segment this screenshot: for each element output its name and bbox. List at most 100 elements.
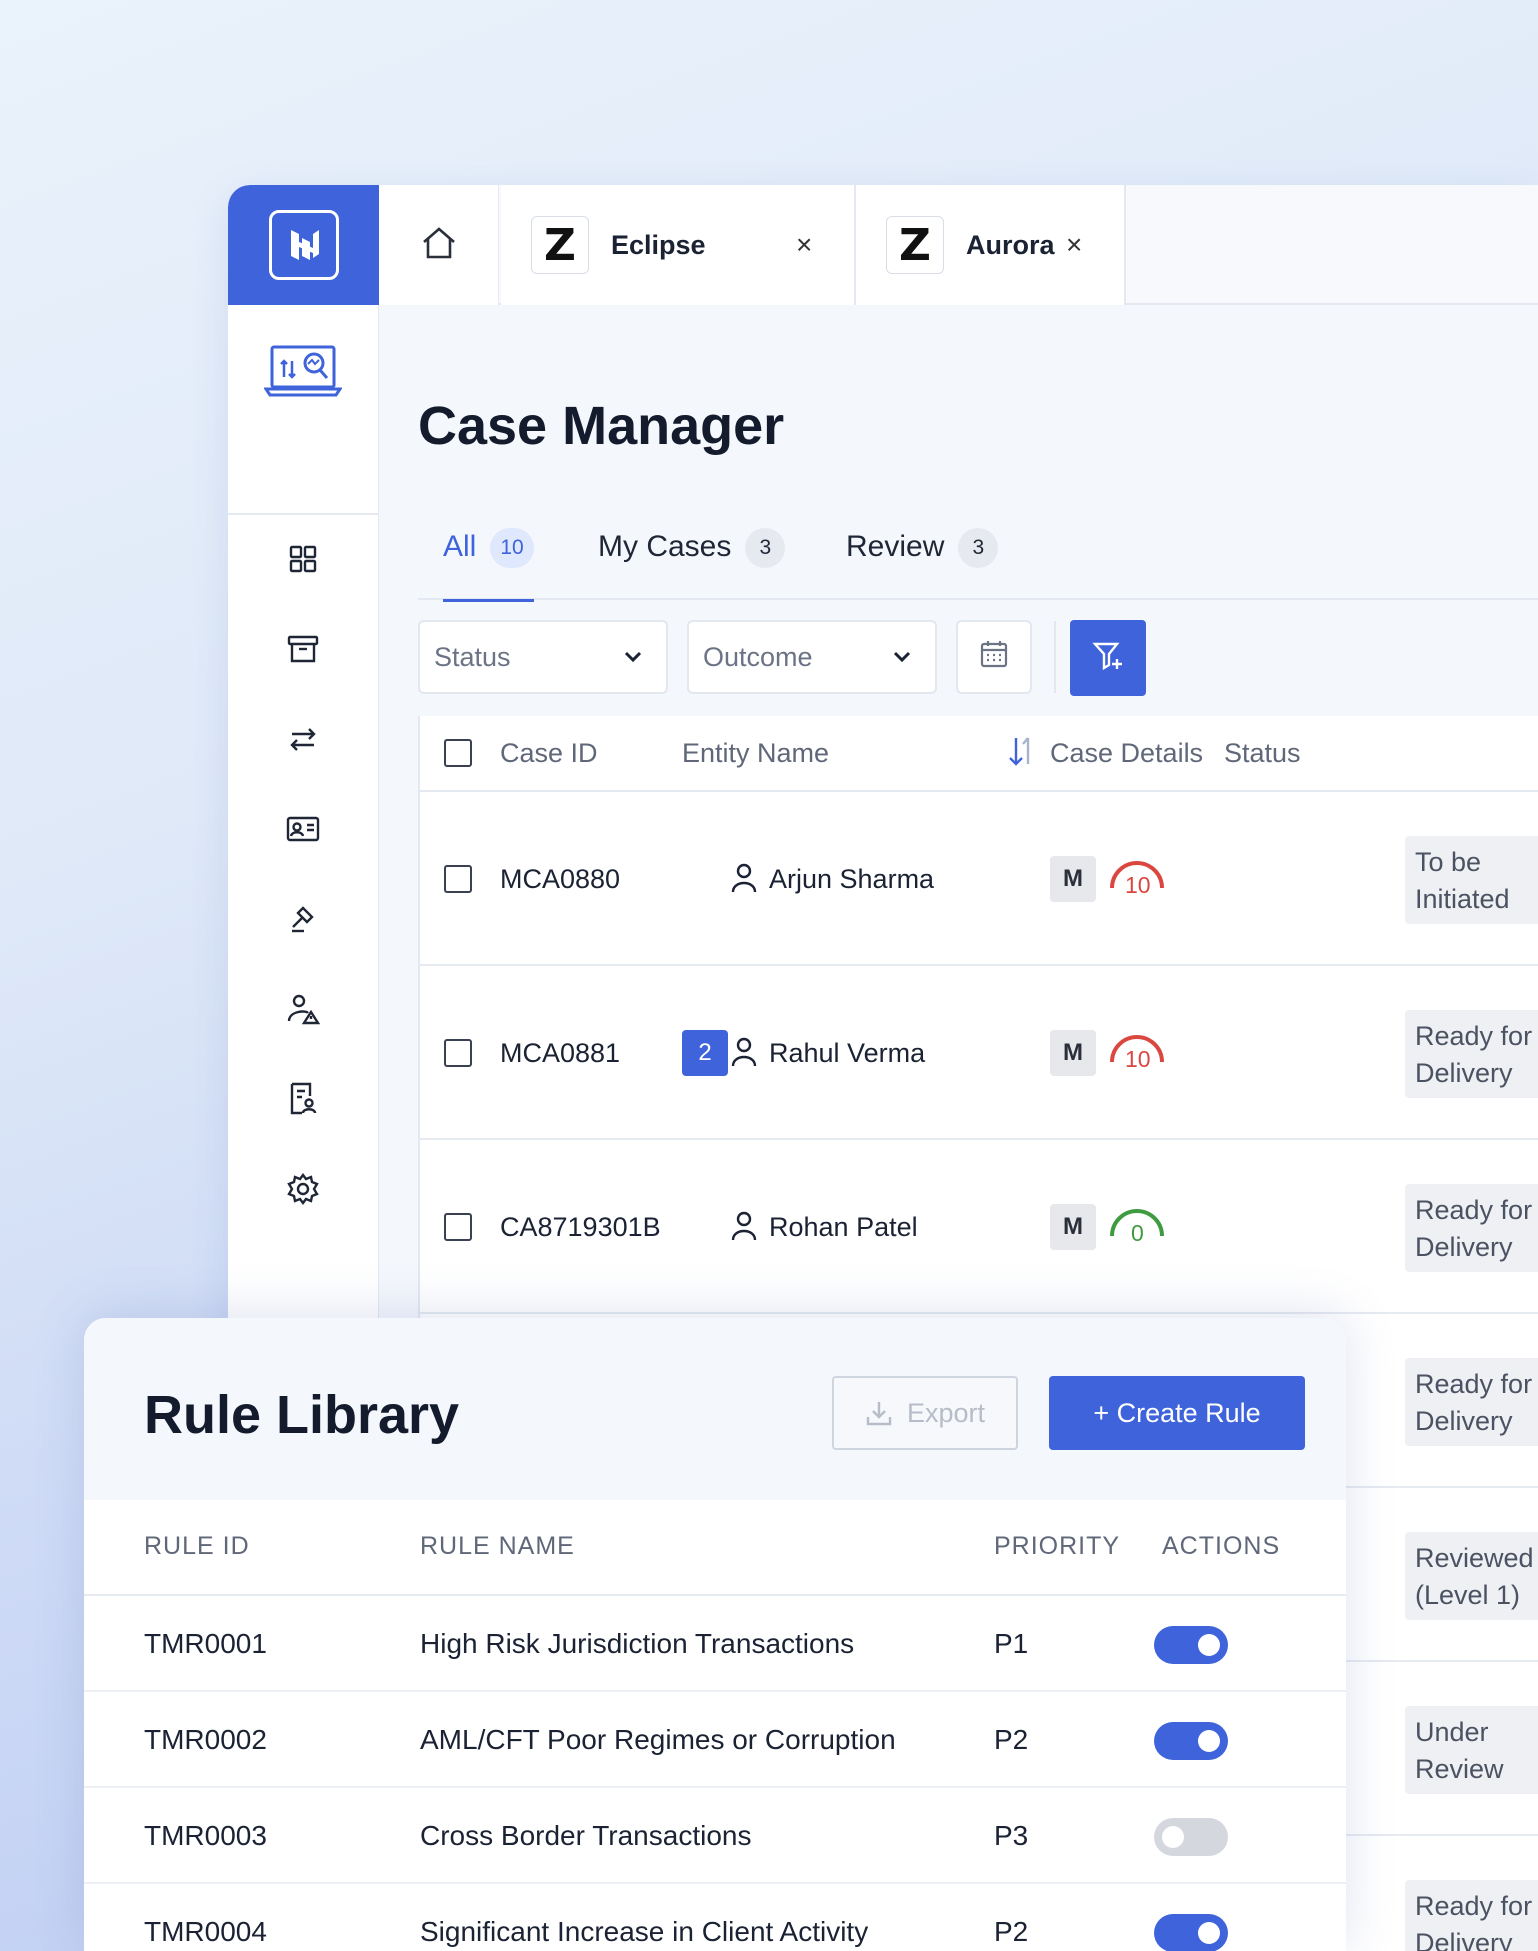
entity-name[interactable]: Arjun Sharma: [769, 864, 934, 895]
tab-aurora[interactable]: Z Aurora ×: [856, 185, 1126, 305]
case-filter-tabs: All 10 My Cases 3 Review 3: [418, 528, 1538, 602]
filter-plus-icon: [1091, 639, 1125, 678]
settings-gear-icon[interactable]: [286, 1172, 320, 1206]
rule-row[interactable]: TMR0003 Cross Border Transactions P3: [84, 1788, 1346, 1884]
gavel-icon[interactable]: [286, 902, 320, 936]
tab-eclipse-label: Eclipse: [611, 229, 706, 260]
rule-row[interactable]: TMR0004 Significant Increase in Client A…: [84, 1884, 1346, 1951]
date-picker-button[interactable]: [956, 620, 1032, 694]
outcome-dropdown[interactable]: Outcome: [687, 620, 937, 694]
rule-row[interactable]: TMR0002 AML/CFT Poor Regimes or Corrupti…: [84, 1692, 1346, 1788]
case-type-badge: M: [1050, 1204, 1096, 1250]
header-rule-id: RULE ID: [144, 1532, 250, 1560]
monitoring-laptop-icon[interactable]: [263, 343, 343, 513]
archive-box-icon[interactable]: [286, 632, 320, 666]
export-label: Export: [906, 1397, 986, 1428]
tab-all-count: 10: [490, 528, 534, 568]
status-dropdown[interactable]: Status: [418, 620, 668, 694]
rule-name[interactable]: AML/CFT Poor Regimes or Corruption: [420, 1724, 896, 1756]
rule-row[interactable]: TMR0001 High Risk Jurisdiction Transacti…: [84, 1596, 1346, 1692]
status-badge: Ready for Delivery: [1405, 1010, 1538, 1098]
rule-toggle[interactable]: [1154, 1914, 1228, 1951]
header-case-details: Case Details: [1050, 738, 1204, 768]
user-icon: [730, 862, 758, 901]
rule-id: TMR0001: [144, 1628, 267, 1659]
user-icon: [730, 1210, 758, 1249]
download-icon: [865, 1399, 893, 1427]
user-document-icon[interactable]: [286, 1082, 320, 1116]
close-tab-eclipse-icon[interactable]: ×: [796, 229, 812, 261]
table-row[interactable]: MCA0881 2 Rahul Verma M 10 Ready for Del…: [420, 966, 1538, 1140]
tab-review-count: 3: [958, 528, 999, 568]
page-title: Case Manager: [418, 396, 785, 456]
case-type-badge: M: [1050, 856, 1096, 902]
rule-toggle[interactable]: [1154, 1818, 1228, 1856]
tab-my-cases[interactable]: My Cases 3: [598, 528, 786, 600]
entity-name[interactable]: Rohan Patel: [769, 1212, 918, 1243]
chevron-down-icon: [891, 644, 913, 675]
header-case-id: Case ID: [500, 738, 598, 768]
app-logo[interactable]: [228, 185, 379, 305]
rule-priority: P2: [994, 1724, 1029, 1755]
status-badge: Reviewed (Level 1): [1405, 1532, 1538, 1620]
calendar-icon: [979, 639, 1009, 676]
logo-icon: [268, 210, 339, 280]
tab-aurora-label: Aurora: [966, 229, 1055, 260]
risk-score: 10: [1125, 1046, 1151, 1072]
rule-priority: P1: [994, 1628, 1029, 1659]
user-icon: [730, 1036, 758, 1075]
add-filter-button[interactable]: [1070, 620, 1146, 696]
rule-id: TMR0003: [144, 1820, 267, 1851]
risk-score: 10: [1125, 872, 1151, 898]
rule-name[interactable]: Significant Increase in Client Activity: [420, 1916, 868, 1948]
eclipse-logo: Z: [531, 216, 589, 274]
dashboard-grid-icon[interactable]: [286, 542, 320, 576]
status-dropdown-label: Status: [434, 641, 511, 672]
linked-count-badge[interactable]: 2: [682, 1030, 728, 1076]
tab-all[interactable]: All 10: [443, 528, 534, 602]
tab-bar: Z Eclipse × Z Aurora ×: [379, 185, 1538, 305]
tab-review-label: Review: [846, 530, 945, 563]
rule-id: TMR0002: [144, 1724, 267, 1755]
transfer-arrows-icon[interactable]: [286, 722, 320, 756]
select-all-checkbox[interactable]: [444, 739, 472, 767]
home-tab[interactable]: [379, 185, 499, 305]
rule-toggle[interactable]: [1154, 1722, 1228, 1760]
rule-priority: P2: [994, 1916, 1029, 1947]
tab-eclipse[interactable]: Z Eclipse ×: [501, 185, 856, 305]
case-id: MCA0881: [500, 1038, 621, 1068]
user-alert-icon[interactable]: [286, 992, 320, 1026]
table-row[interactable]: CA8719301B Rohan Patel M 0 Ready for Del…: [420, 1140, 1538, 1314]
rule-priority: P3: [994, 1820, 1029, 1851]
tab-all-label: All: [443, 530, 477, 563]
create-rule-button[interactable]: + Create Rule: [1049, 1376, 1305, 1450]
case-type-badge: M: [1050, 1030, 1096, 1076]
outcome-dropdown-label: Outcome: [703, 641, 813, 672]
home-icon: [419, 223, 459, 268]
id-card-icon[interactable]: [286, 812, 320, 846]
table-row[interactable]: MCA0880 Arjun Sharma M 10 To be Initiate…: [420, 792, 1538, 966]
status-badge: To be Initiated: [1405, 836, 1538, 924]
rule-table-header: RULE ID RULE NAME PRIORITY ACTIONS: [84, 1500, 1346, 1596]
entity-name[interactable]: Rahul Verma: [769, 1038, 925, 1069]
tab-review[interactable]: Review 3: [846, 528, 999, 600]
export-button[interactable]: Export: [832, 1376, 1018, 1450]
row-checkbox[interactable]: [444, 1039, 472, 1067]
case-id: CA8719301B: [500, 1212, 661, 1242]
header-rule-name: RULE NAME: [420, 1532, 575, 1560]
rule-name[interactable]: Cross Border Transactions: [420, 1820, 751, 1852]
close-tab-aurora-icon[interactable]: ×: [1066, 229, 1082, 261]
sort-icon[interactable]: [1006, 734, 1038, 777]
aurora-logo: Z: [886, 216, 944, 274]
filter-divider: [1054, 621, 1056, 693]
row-checkbox[interactable]: [444, 1213, 472, 1241]
rule-toggle[interactable]: [1154, 1626, 1228, 1664]
status-badge: Under Review: [1405, 1706, 1538, 1794]
row-checkbox[interactable]: [444, 865, 472, 893]
header-status: Status: [1224, 738, 1301, 768]
header-priority: PRIORITY: [994, 1532, 1121, 1560]
rule-id: TMR0004: [144, 1916, 267, 1947]
rule-name[interactable]: High Risk Jurisdiction Transactions: [420, 1628, 854, 1660]
status-badge: Ready for Delivery: [1405, 1184, 1538, 1272]
risk-score: 0: [1131, 1220, 1144, 1246]
